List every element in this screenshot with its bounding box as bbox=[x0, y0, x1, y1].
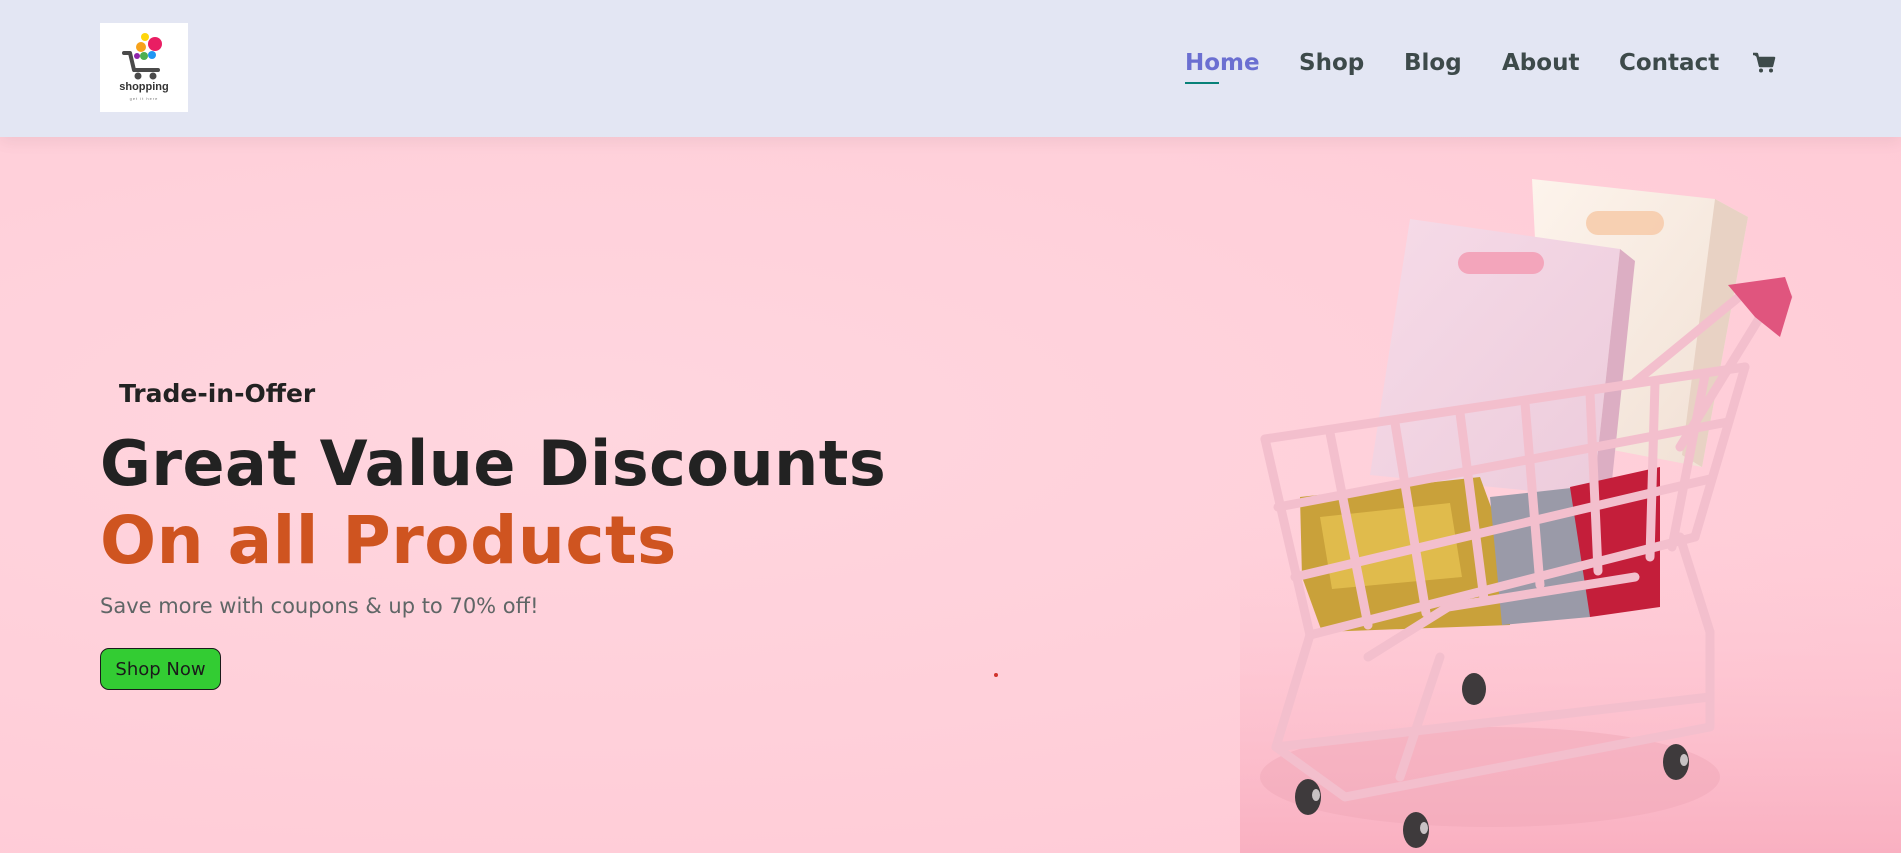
nav-contact[interactable]: Contact bbox=[1619, 50, 1719, 76]
logo-subtext: get it here bbox=[129, 96, 159, 101]
site-header: shopping get it here Home Shop Blog Abou… bbox=[0, 0, 1901, 137]
shopping-cart-image bbox=[1240, 179, 1901, 853]
nav-active-underline bbox=[1185, 82, 1219, 84]
shop-now-button[interactable]: Shop Now bbox=[100, 648, 221, 690]
nav-blog[interactable]: Blog bbox=[1404, 50, 1462, 76]
nav-home[interactable]: Home bbox=[1185, 50, 1260, 76]
hero-banner: Trade-in-Offer Great Value Discounts On … bbox=[0, 137, 1901, 853]
hero-title-line2: On all Products bbox=[100, 502, 677, 579]
nav-about[interactable]: About bbox=[1502, 50, 1579, 76]
nav-shop[interactable]: Shop bbox=[1299, 50, 1364, 76]
shopping-cart-icon[interactable] bbox=[1752, 52, 1776, 74]
hero-title-line1: Great Value Discounts bbox=[100, 427, 887, 500]
main-nav: Home Shop Blog About Contact bbox=[0, 50, 1901, 84]
offer-label: Trade-in-Offer bbox=[119, 379, 316, 408]
hero-subtitle: Save more with coupons & up to 70% off! bbox=[100, 594, 539, 618]
red-dot bbox=[994, 673, 998, 677]
